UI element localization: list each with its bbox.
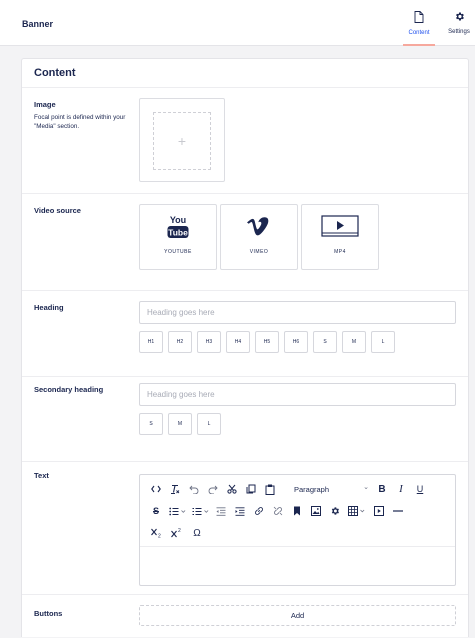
heading-row: Heading Heading goes here H1 H2 H3 H4 H5… — [22, 291, 468, 377]
heading-size-s[interactable]: S — [313, 331, 337, 353]
heading-size-h6[interactable]: H6 — [284, 331, 308, 353]
underline-icon[interactable]: U — [414, 482, 426, 496]
tab-content[interactable]: Content — [401, 0, 437, 46]
vimeo-caption: VIMEO — [249, 249, 269, 255]
top-bar: Banner Content Settings — [0, 0, 475, 46]
page-title: Banner — [22, 19, 54, 29]
subscript-icon[interactable]: 2 — [150, 526, 164, 540]
plus-icon: + — [177, 133, 187, 149]
editor-toolbar: Paragraph ⌄ B I U S 2 2 Ω — [140, 475, 455, 547]
secondary-heading-input[interactable]: Heading goes here — [139, 383, 456, 406]
video-file-icon — [321, 205, 359, 249]
video-source-label: Video source — [34, 206, 81, 215]
image-help-text: Focal point is defined within your "Medi… — [34, 114, 126, 130]
text-row: Text Paragraph ⌄ B I U S 2 2 Ω — [22, 462, 468, 595]
video-option-mp4[interactable]: MP4 — [301, 204, 379, 270]
undo-icon[interactable] — [188, 482, 200, 496]
chevron-down-icon: ⌄ — [363, 484, 369, 491]
italic-icon[interactable]: I — [395, 482, 407, 496]
horizontal-rule-icon[interactable] — [392, 504, 404, 518]
video-option-vimeo[interactable]: VIMEO — [220, 204, 298, 270]
image-dropzone[interactable]: + — [153, 112, 211, 170]
rich-text-editor: Paragraph ⌄ B I U S 2 2 Ω — [139, 474, 456, 586]
strikethrough-icon[interactable]: S — [150, 504, 162, 518]
vimeo-icon — [246, 205, 272, 249]
format-select[interactable]: Paragraph ⌄ — [294, 482, 372, 496]
heading-label: Heading — [34, 303, 64, 312]
heading-size-h1[interactable]: H1 — [139, 331, 163, 353]
media-embed-icon[interactable] — [373, 504, 385, 518]
gear-icon[interactable] — [329, 504, 341, 518]
secondary-heading-row: Secondary heading Heading goes here S M … — [22, 377, 468, 462]
heading-size-h4[interactable]: H4 — [226, 331, 250, 353]
image-icon[interactable] — [310, 504, 322, 518]
heading-size-h3[interactable]: H3 — [197, 331, 221, 353]
buttons-row: Buttons Add — [22, 595, 468, 638]
svg-text:You: You — [170, 215, 186, 225]
heading-size-m[interactable]: M — [342, 331, 366, 353]
source-code-icon[interactable] — [150, 482, 162, 496]
link-icon[interactable] — [253, 504, 265, 518]
superscript-icon[interactable]: 2 — [170, 526, 184, 540]
youtube-icon: You Tube — [167, 205, 189, 249]
video-source-row: Video source You Tube YOUTUBE VIMEO MP4 — [22, 194, 468, 291]
heading-size-h5[interactable]: H5 — [255, 331, 279, 353]
secondary-size-m[interactable]: M — [168, 413, 192, 435]
cut-icon[interactable] — [226, 482, 238, 496]
paste-icon[interactable] — [264, 482, 276, 496]
special-character-icon[interactable]: Ω — [190, 526, 204, 540]
tab-settings-label: Settings — [448, 29, 470, 35]
clear-format-icon[interactable] — [169, 482, 181, 496]
image-label: Image — [34, 100, 56, 109]
gear-icon — [454, 11, 465, 24]
video-option-youtube[interactable]: You Tube YOUTUBE — [139, 204, 217, 270]
unlink-icon[interactable] — [272, 504, 284, 518]
tab-content-label: Content — [408, 29, 430, 36]
svg-text:2: 2 — [178, 528, 181, 534]
buttons-label: Buttons — [34, 609, 63, 618]
bookmark-icon[interactable] — [291, 504, 303, 518]
heading-input[interactable]: Heading goes here — [139, 301, 456, 324]
secondary-heading-label: Secondary heading — [34, 385, 104, 394]
secondary-size-s[interactable]: S — [139, 413, 163, 435]
image-picker[interactable]: + — [139, 98, 225, 182]
image-row: Image Focal point is defined within your… — [22, 88, 468, 194]
content-panel: Content Image Focal point is defined wit… — [21, 58, 469, 637]
bold-icon[interactable]: B — [376, 482, 388, 496]
heading-size-h2[interactable]: H2 — [168, 331, 192, 353]
indent-icon[interactable] — [234, 504, 246, 518]
bullet-list-icon[interactable] — [169, 504, 187, 518]
youtube-caption: YOUTUBE — [164, 249, 192, 255]
heading-size-l[interactable]: L — [371, 331, 395, 353]
svg-text:Tube: Tube — [168, 228, 188, 238]
table-icon[interactable] — [348, 504, 366, 518]
tab-settings[interactable]: Settings — [442, 0, 475, 46]
redo-icon[interactable] — [207, 482, 219, 496]
format-select-value: Paragraph — [294, 484, 330, 494]
copy-icon[interactable] — [245, 482, 257, 496]
mp4-caption: MP4 — [334, 249, 346, 255]
numbered-list-icon[interactable] — [192, 504, 210, 518]
svg-text:2: 2 — [158, 534, 161, 539]
panel-title: Content — [22, 59, 468, 88]
active-tab-indicator — [403, 44, 435, 46]
file-icon — [414, 10, 424, 25]
outdent-icon[interactable] — [215, 504, 227, 518]
text-label: Text — [34, 471, 49, 480]
editor-content-area[interactable] — [140, 548, 455, 585]
secondary-size-l[interactable]: L — [197, 413, 221, 435]
add-button[interactable]: Add — [139, 605, 456, 626]
